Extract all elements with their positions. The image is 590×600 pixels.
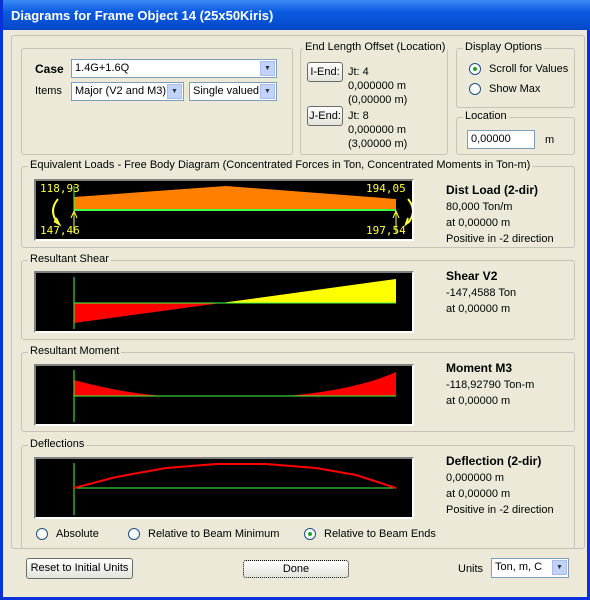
left-moment-arrow <box>52 198 62 227</box>
scroll-for-values-radio[interactable]: Scroll for Values <box>469 63 568 75</box>
shear-title: Resultant Shear <box>28 253 111 265</box>
moment-title: Resultant Moment <box>28 345 122 357</box>
right-force-value: 197,54 <box>366 224 406 237</box>
fbd-plot <box>52 186 414 233</box>
chevron-down-icon: ▼ <box>552 560 567 575</box>
shear-positive-region <box>221 279 396 303</box>
moment-info: Moment M3 -118,92790 Ton-m at 0,00000 m <box>446 360 534 409</box>
chevron-down-icon: ▼ <box>167 84 182 99</box>
absolute-label: Absolute <box>56 528 99 540</box>
moment-canvas <box>34 364 414 426</box>
relative-min-radio[interactable]: Relative to Beam Minimum <box>128 528 279 540</box>
fbd-title: Equivalent Loads - Free Body Diagram (Co… <box>28 159 533 171</box>
case-panel: Case 1.4G+1.6Q ▼ Items Major (V2 and M3) ▼… <box>21 48 293 155</box>
fbd-info-dir: Positive in -2 direction <box>446 233 554 245</box>
shear-plot <box>73 277 396 329</box>
case-value: 1.4G+1.6Q <box>75 62 130 74</box>
i-joint: Jt: 4 <box>348 66 369 78</box>
i-end-info: Jt: 4 0,000000 m (0,00000 m) <box>348 65 407 107</box>
units-value: Ton, m, C <box>495 561 543 573</box>
units-label: Units <box>458 563 484 575</box>
valued-select[interactable]: Single valued ▼ <box>189 82 277 101</box>
reset-units-button[interactable]: Reset to Initial Units <box>26 558 133 579</box>
window-title: Diagrams for Frame Object 14 (25x50Kiris… <box>3 0 590 30</box>
units-select[interactable]: Ton, m, C ▼ <box>491 558 569 578</box>
case-label: Case <box>35 62 64 76</box>
location-group: Location 0,00000 m <box>456 110 575 155</box>
deflection-info-title: Deflection (2-dir) <box>446 454 542 468</box>
right-moment-arrow <box>404 198 414 227</box>
moment-region <box>74 372 396 396</box>
shear-info: Shear V2 -147,4588 Ton at 0,00000 m <box>446 268 516 317</box>
show-max-label: Show Max <box>489 83 541 95</box>
end-offset-group: End Length Offset (Location) I-End: Jt: … <box>300 41 448 155</box>
right-moment-value: 194,05 <box>366 182 406 195</box>
shear-info-at: at 0,00000 m <box>446 303 511 315</box>
diagram-window: Diagrams for Frame Object 14 (25x50Kiris… <box>0 0 590 600</box>
fbd-info-value: 80,000 Ton/m <box>446 201 513 213</box>
shear-negative-region <box>74 303 221 323</box>
fbd-info: Dist Load (2-dir) 80,000 Ton/m at 0,0000… <box>446 182 554 247</box>
deflection-info-at: at 0,00000 m <box>446 488 511 500</box>
absolute-radio[interactable]: Absolute <box>36 528 99 540</box>
moment-plot <box>73 370 396 422</box>
radio-circle <box>128 528 140 540</box>
items-value: Major (V2 and M3) <box>75 85 167 97</box>
distributed-load <box>74 186 396 210</box>
fbd-canvas: 118,93 147,46 194,05 197,54 <box>34 179 414 241</box>
deflection-info: Deflection (2-dir) 0,000000 m at 0,00000… <box>446 453 554 518</box>
j-location: (3,00000 m) <box>348 138 408 150</box>
j-end-button[interactable]: J-End: <box>307 106 343 126</box>
chevron-down-icon: ▼ <box>260 61 275 76</box>
left-force-value: 147,46 <box>40 224 80 237</box>
radio-circle <box>304 528 316 540</box>
deflection-info-dir: Positive in -2 direction <box>446 504 554 516</box>
shear-info-value: -147,4588 Ton <box>446 287 517 299</box>
location-unit: m <box>545 134 555 146</box>
chevron-down-icon: ▼ <box>260 84 275 99</box>
location-title: Location <box>463 110 509 122</box>
left-moment-value: 118,93 <box>40 182 80 195</box>
moment-info-title: Moment M3 <box>446 361 512 375</box>
items-label: Items <box>35 85 62 97</box>
i-location: (0,00000 m) <box>348 94 408 106</box>
fbd-info-title: Dist Load (2-dir) <box>446 183 538 197</box>
end-offset-title: End Length Offset (Location) <box>303 41 448 53</box>
radio-circle <box>469 83 481 95</box>
i-end-button[interactable]: I-End: <box>307 62 343 82</box>
radio-circle <box>36 528 48 540</box>
j-offset: 0,000000 m <box>348 124 407 136</box>
valued-value: Single valued <box>193 85 260 97</box>
shear-canvas <box>34 271 414 333</box>
relative-ends-radio[interactable]: Relative to Beam Ends <box>304 528 436 540</box>
radio-circle <box>469 63 481 75</box>
deflection-plot <box>73 463 397 515</box>
relative-min-label: Relative to Beam Minimum <box>148 528 280 540</box>
deflection-title: Deflections <box>28 438 87 450</box>
display-options-group: Display Options Scroll for Values Show M… <box>456 41 575 108</box>
j-joint: Jt: 8 <box>348 110 369 122</box>
moment-info-at: at 0,00000 m <box>446 395 511 407</box>
i-offset: 0,000000 m <box>348 80 407 92</box>
moment-info-value: -118,92790 Ton-m <box>446 379 535 391</box>
deflection-canvas <box>34 457 414 519</box>
scroll-label: Scroll for Values <box>489 63 569 75</box>
j-end-info: Jt: 8 0,000000 m (3,00000 m) <box>348 109 407 151</box>
show-max-radio[interactable]: Show Max <box>469 83 540 95</box>
shear-info-title: Shear V2 <box>446 269 498 283</box>
deflection-curve <box>73 463 397 489</box>
items-select[interactable]: Major (V2 and M3) ▼ <box>71 82 184 101</box>
fbd-info-at: at 0,00000 m <box>446 217 511 229</box>
location-input[interactable]: 0,00000 <box>467 130 535 149</box>
deflection-info-value: 0,000000 m <box>446 472 505 484</box>
case-select[interactable]: 1.4G+1.6Q ▼ <box>71 59 277 78</box>
display-options-title: Display Options <box>463 41 545 53</box>
done-button[interactable]: Done <box>243 560 349 578</box>
relative-ends-label: Relative to Beam Ends <box>324 528 436 540</box>
